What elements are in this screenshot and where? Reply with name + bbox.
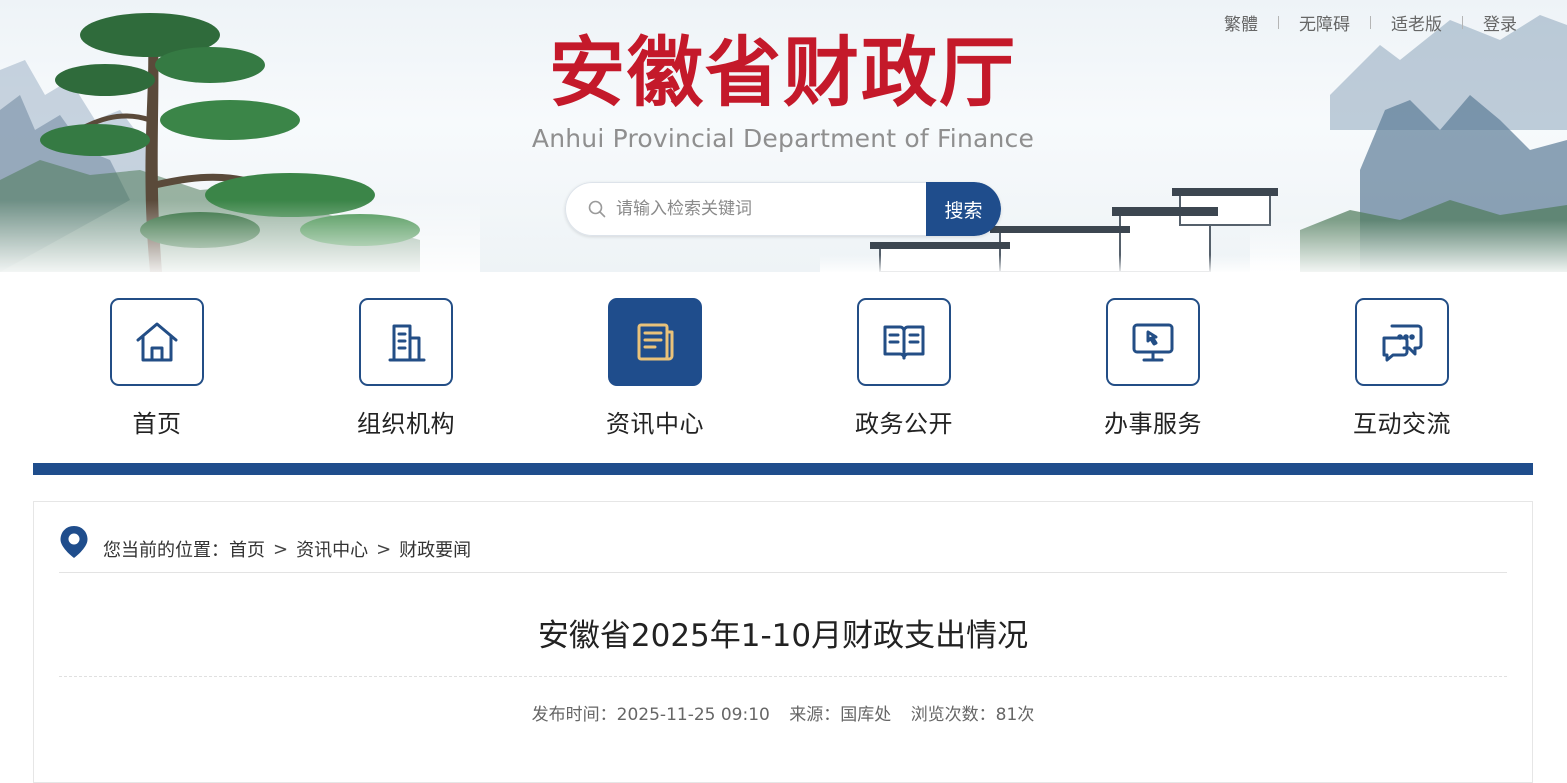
nav-icon-box (110, 298, 204, 386)
divider (1278, 16, 1279, 29)
nav-icon-box (608, 298, 702, 386)
breadcrumb-separator: > (376, 538, 392, 560)
search-icon (588, 200, 606, 218)
main-nav: 首页 组织机构 资讯中心 政务公开 办事服务 互动交流 (33, 272, 1533, 462)
search-button[interactable]: 搜索 (926, 182, 1001, 236)
breadcrumb: 您当前的位置： 首页 > 资讯中心 > 财政要闻 (59, 526, 1507, 573)
home-icon (136, 322, 178, 362)
nav-item-interaction[interactable]: 互动交流 (1302, 298, 1502, 439)
open-book-icon (883, 325, 925, 360)
view-count: 浏览次数：81次 (910, 705, 1035, 725)
nav-icon-box (857, 298, 951, 386)
nav-icon-box (1355, 298, 1449, 386)
breadcrumb-home-link[interactable]: 首页 (229, 536, 265, 562)
search-bar: 搜索 (565, 182, 1001, 236)
nav-item-organization[interactable]: 组织机构 (306, 298, 506, 439)
publish-time: 发布时间：2025-11-25 09:10 (531, 705, 770, 725)
nav-label: 办事服务 (1104, 410, 1202, 438)
breadcrumb-news-center-link[interactable]: 资讯中心 (296, 536, 368, 562)
article-source: 来源：国库处 (789, 705, 892, 725)
breadcrumb-prefix: 您当前的位置： (103, 540, 229, 561)
breadcrumb-finance-news-link[interactable]: 财政要闻 (399, 536, 471, 562)
article-meta: 发布时间：2025-11-25 09:10 来源：国库处 浏览次数：81次 (59, 700, 1507, 725)
traditional-chinese-link[interactable]: 繁體 (1224, 10, 1258, 35)
header-banner: 繁體 无障碍 适老版 登录 安徽省财政厅 Anhui Provincial De… (0, 0, 1567, 272)
elder-mode-link[interactable]: 适老版 (1391, 10, 1442, 35)
monitor-cursor-icon (1132, 323, 1174, 362)
nav-item-news-center[interactable]: 资讯中心 (555, 298, 755, 439)
news-icon (637, 323, 674, 361)
chat-bubbles-icon (1382, 324, 1423, 362)
nav-item-home[interactable]: 首页 (57, 298, 257, 439)
breadcrumb-separator: > (273, 538, 289, 560)
nav-label: 组织机构 (357, 410, 455, 438)
site-subtitle: Anhui Provincial Department of Finance (531, 124, 1035, 153)
search-input[interactable] (614, 198, 908, 220)
nav-label: 资讯中心 (606, 410, 704, 438)
article-title: 安徽省2025年1-10月财政支出情况 (537, 618, 1029, 654)
nav-icon-box (1106, 298, 1200, 386)
title-divider (59, 676, 1507, 677)
nav-label: 首页 (132, 410, 182, 438)
nav-label: 政务公开 (855, 410, 953, 438)
nav-label: 互动交流 (1353, 410, 1451, 438)
article-panel: 您当前的位置： 首页 > 资讯中心 > 财政要闻 安徽省2025年1-10月财政… (33, 501, 1533, 783)
site-title: 安徽省财政厅 (549, 28, 1017, 117)
building-icon (388, 324, 426, 362)
nav-icon-box (359, 298, 453, 386)
top-links: 繁體 无障碍 适老版 登录 (1224, 10, 1517, 35)
divider (1462, 16, 1463, 29)
location-pin-icon (60, 526, 88, 558)
nav-item-government-affairs[interactable]: 政务公开 (804, 298, 1004, 439)
divider (1370, 16, 1371, 29)
accessibility-link[interactable]: 无障碍 (1299, 10, 1350, 35)
nav-item-services[interactable]: 办事服务 (1053, 298, 1253, 439)
login-link[interactable]: 登录 (1483, 10, 1517, 35)
search-field-wrapper[interactable] (565, 182, 926, 236)
nav-divider-bar (33, 463, 1533, 475)
